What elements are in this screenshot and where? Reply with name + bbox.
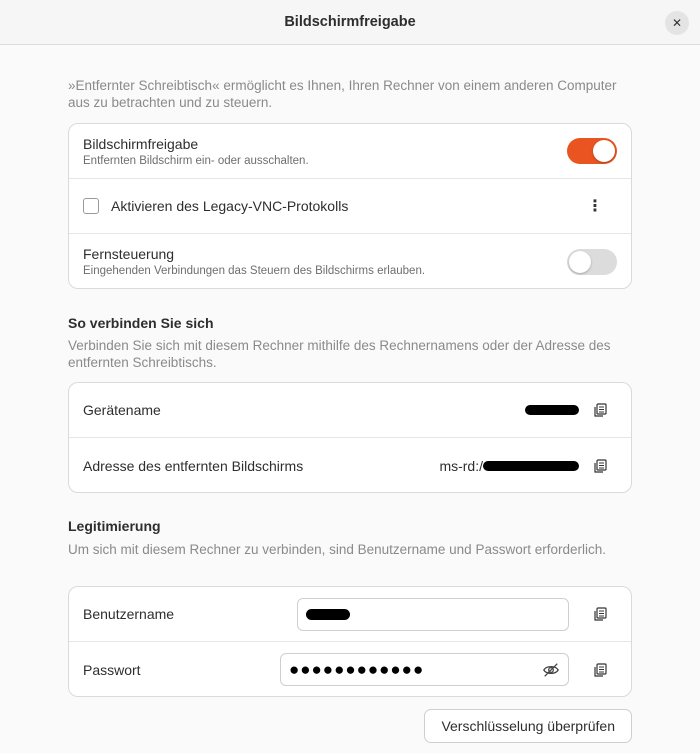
remote-control-switch[interactable] (567, 248, 617, 275)
screen-sharing-title: Bildschirmfreigabe (83, 135, 199, 152)
dialog-window: Bildschirmfreigabe ✕ »Entfernter Schreib… (0, 0, 700, 753)
device-name-value (525, 405, 579, 415)
redacted-device-name (525, 405, 579, 415)
header-bar: Bildschirmfreigabe ✕ (0, 0, 700, 45)
connect-heading: So verbinden Sie sich (68, 315, 214, 331)
address-row: Adresse des entfernten Bildschirms ms-rd… (69, 438, 631, 492)
screen-sharing-row[interactable]: Bildschirmfreigabe Entfernten Bildschirm… (69, 124, 631, 179)
screen-sharing-switch[interactable] (567, 138, 617, 164)
legacy-vnc-row[interactable]: Aktivieren des Legacy-VNC-Protokolls ⋮ (69, 179, 631, 234)
remote-control-subtitle: Eingehenden Verbindungen das Steuern des… (83, 265, 426, 277)
password-row: Passwort ●●●●●●●●●●●● (69, 642, 631, 696)
switch-knob (593, 140, 615, 162)
screen-sharing-subtitle: Entfernten Bildschirm ein- oder ausschal… (83, 154, 309, 167)
device-name-row: Gerätename (69, 383, 631, 438)
username-row: Benutzername (69, 587, 631, 642)
address-prefix: ms-rd:/ (439, 457, 483, 474)
address-value: ms-rd:/ (439, 458, 579, 474)
username-input[interactable] (297, 598, 569, 631)
connect-card: Gerätename Adresse des entfernten Bildsc… (68, 382, 632, 493)
copy-icon[interactable] (593, 458, 607, 473)
auth-description: Um sich mit diesem Rechner zu verbinden,… (68, 542, 606, 557)
window-title: Bildschirmfreigabe (284, 14, 416, 30)
remote-control-text: Fernsteuerung Eingehenden Verbindungen d… (83, 246, 425, 277)
legacy-vnc-label: Aktivieren des Legacy-VNC-Protokolls (111, 198, 349, 214)
connect-description: Verbinden Sie sich mit diesem Rechner mi… (68, 338, 611, 370)
verify-encryption-button[interactable]: Verschlüsselung überprüfen (424, 709, 632, 743)
remote-control-title: Fernsteuerung (83, 246, 175, 262)
password-input[interactable]: ●●●●●●●●●●●● (280, 653, 569, 686)
remote-control-row[interactable]: Fernsteuerung Eingehenden Verbindungen d… (69, 234, 631, 288)
redacted-username (306, 609, 350, 620)
copy-icon[interactable] (593, 403, 607, 417)
close-icon: ✕ (671, 16, 683, 30)
sharing-card: Bildschirmfreigabe Entfernten Bildschirm… (68, 123, 632, 289)
auth-card: Benutzername Passwort ●●●●●●●●●●●● (68, 586, 632, 697)
legacy-vnc-checkbox[interactable] (83, 198, 99, 214)
redacted-address (483, 460, 579, 471)
close-button[interactable]: ✕ (665, 11, 689, 35)
copy-icon[interactable] (593, 607, 607, 621)
address-label: Adresse des entfernten Bildschirms (83, 457, 304, 474)
copy-icon[interactable] (593, 662, 607, 677)
intro-text: »Entfernter Schreibtisch« ermöglicht es … (68, 78, 617, 110)
eye-slash-icon[interactable] (542, 661, 560, 679)
switch-knob (569, 250, 591, 273)
password-mask: ●●●●●●●●●●●● (289, 659, 425, 679)
auth-heading: Legitimierung (68, 518, 161, 534)
kebab-menu-icon[interactable]: ⋮ (587, 196, 603, 216)
password-label: Passwort (83, 661, 141, 678)
screen-sharing-text: Bildschirmfreigabe Entfernten Bildschirm… (83, 136, 309, 167)
username-label: Benutzername (83, 606, 175, 622)
device-name-label: Gerätename (83, 402, 161, 418)
